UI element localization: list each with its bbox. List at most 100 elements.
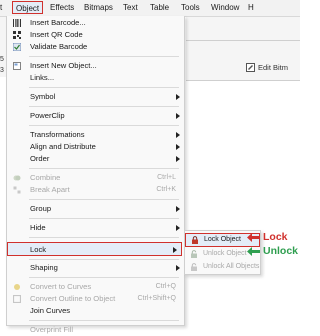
menu-item-label: Symbol — [30, 92, 56, 101]
menu-item-label: Shaping — [30, 263, 58, 272]
menu-bitmaps[interactable]: Bitmaps — [84, 3, 113, 13]
shortcut-label: Ctrl+K — [156, 186, 176, 193]
lock-callout-label: Lock — [263, 231, 288, 243]
menu-item-insert-new-object[interactable]: Insert New Object... — [7, 60, 184, 72]
menu-separator — [29, 259, 179, 260]
unlock-callout: Unlock — [247, 245, 298, 257]
menu-item-label: Join Curves — [30, 306, 71, 315]
menu-item-label: Links... — [30, 73, 55, 82]
menu-separator — [29, 125, 179, 126]
menu-bar: t Object Effects Bitmaps Text Table Tool… — [0, 0, 300, 17]
barcode-icon — [13, 19, 21, 27]
submenu-arrow-icon — [176, 94, 180, 100]
menu-item-label: Insert New Object... — [30, 61, 97, 70]
menu-item-label: Break Apart — [30, 185, 70, 194]
menu-item-lock[interactable]: Lock — [7, 242, 182, 256]
object-menu: Insert Barcode... Insert QR Code Validat… — [6, 16, 185, 334]
red-left-arrow-icon — [247, 232, 260, 242]
menu-tools[interactable]: Tools — [181, 3, 200, 13]
menu-separator — [29, 199, 179, 200]
convert-outline-icon — [13, 295, 21, 303]
menu-item-label: Hide — [30, 223, 46, 232]
menu-edit-fragment[interactable]: t — [0, 3, 2, 13]
lock-callout: Lock — [247, 231, 288, 243]
menu-item-break-apart[interactable]: Break Apart Ctrl+K — [7, 184, 184, 196]
menu-effects[interactable]: Effects — [50, 3, 74, 13]
menu-item-symbol[interactable]: Symbol — [7, 91, 184, 103]
menu-item-align-and-distribute[interactable]: Align and Distribute — [7, 141, 184, 153]
menu-text[interactable]: Text — [123, 3, 138, 13]
submenu-item-unlock-all-objects[interactable]: Unlock All Objects — [185, 261, 260, 273]
menu-item-transformations[interactable]: Transformations — [7, 129, 184, 141]
menu-item-label: Combine — [30, 173, 61, 182]
submenu-arrow-icon — [176, 265, 180, 271]
menu-separator — [29, 168, 179, 169]
shortcut-label: Ctrl+Shift+Q — [137, 295, 176, 302]
menu-separator — [29, 56, 179, 57]
combine-icon — [13, 175, 21, 181]
menu-item-label: Lock — [30, 245, 47, 254]
submenu-item-label: Unlock All Objects — [203, 263, 260, 270]
menu-item-insert-barcode[interactable]: Insert Barcode... — [7, 17, 184, 29]
menu-item-label: PowerClip — [30, 111, 65, 120]
convert-to-curves-icon — [14, 284, 20, 290]
menu-table[interactable]: Table — [150, 3, 169, 13]
submenu-arrow-icon — [176, 113, 180, 119]
left-fragment-2: 3 — [0, 67, 4, 74]
menu-help[interactable]: H — [248, 3, 254, 13]
submenu-item-label: Unlock Object — [203, 250, 247, 257]
menu-item-label: Insert QR Code — [30, 30, 83, 39]
submenu-arrow-icon — [176, 156, 180, 162]
lock-icon — [192, 236, 198, 244]
qr-code-icon — [13, 31, 21, 39]
edit-bitmap-button[interactable]: Edit Bitm — [246, 62, 300, 74]
edit-bitmap-icon — [246, 63, 255, 72]
menu-separator — [29, 320, 179, 321]
left-fragment-1: 5 — [0, 56, 4, 63]
menu-item-label: Validate Barcode — [30, 42, 88, 51]
menu-item-insert-qr-code[interactable]: Insert QR Code — [7, 29, 184, 41]
menu-item-label: Convert to Curves — [30, 282, 92, 291]
menu-item-links[interactable]: Links... — [7, 72, 184, 84]
menu-window[interactable]: Window — [211, 3, 239, 13]
submenu-arrow-icon — [176, 132, 180, 138]
menu-item-order[interactable]: Order — [7, 153, 184, 165]
property-bar-divider — [186, 40, 300, 41]
menu-object[interactable]: Object — [12, 1, 44, 14]
menu-separator — [29, 277, 179, 278]
edit-bitmap-label: Edit Bitm — [258, 63, 289, 72]
menu-separator — [29, 218, 179, 219]
submenu-arrow-icon — [176, 225, 180, 231]
menu-item-powerclip[interactable]: PowerClip — [7, 110, 184, 122]
submenu-arrow-icon — [176, 206, 180, 212]
menu-item-convert-to-curves[interactable]: Convert to Curves Ctrl+Q — [7, 281, 184, 293]
menu-item-label: Align and Distribute — [30, 142, 96, 151]
menu-item-group[interactable]: Group — [7, 203, 184, 215]
validate-barcode-icon — [13, 43, 21, 51]
menu-item-label: Insert Barcode... — [30, 18, 86, 27]
submenu-arrow-icon — [176, 144, 180, 150]
menu-item-label: Order — [30, 154, 50, 163]
menu-separator — [29, 237, 179, 238]
menu-item-join-curves[interactable]: Join Curves — [7, 305, 184, 317]
menu-item-label: Group — [30, 204, 52, 213]
insert-object-icon — [13, 62, 21, 70]
shortcut-label: Ctrl+Q — [155, 283, 176, 290]
menu-item-label: Transformations — [30, 130, 85, 139]
menu-item-convert-outline-to-object[interactable]: Convert Outline to Object Ctrl+Shift+Q — [7, 293, 184, 305]
menu-item-shaping[interactable]: Shaping — [7, 262, 184, 274]
unlock-callout-label: Unlock — [263, 245, 299, 257]
green-left-arrow-icon — [247, 246, 260, 256]
break-apart-icon — [13, 186, 21, 194]
shortcut-label: Ctrl+L — [157, 174, 176, 181]
menu-item-combine[interactable]: Combine Ctrl+L — [7, 172, 184, 184]
property-bar-bottom — [186, 80, 300, 81]
menu-item-validate-barcode[interactable]: Validate Barcode — [7, 41, 184, 53]
menu-item-label: Convert Outline to Object — [30, 294, 116, 303]
unlock-all-icon — [191, 263, 197, 271]
submenu-item-label: Lock Object — [204, 236, 241, 243]
unlock-icon — [191, 250, 197, 258]
menu-item-hide[interactable]: Hide — [7, 222, 184, 234]
menu-separator — [29, 87, 179, 88]
submenu-arrow-icon — [173, 247, 177, 253]
